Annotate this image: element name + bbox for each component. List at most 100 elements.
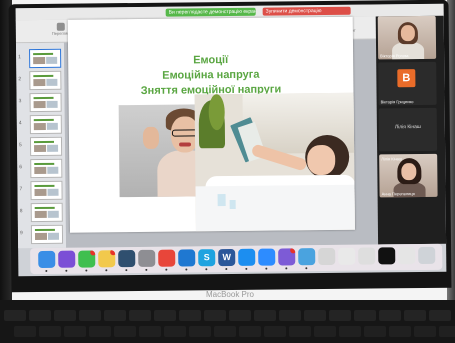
keyboard-key — [279, 310, 301, 321]
participant-tile-1[interactable]: Вікторія Рогова — [377, 15, 437, 60]
keyboard-key — [139, 326, 161, 337]
downloads-folder-icon[interactable] — [318, 247, 336, 266]
keyboard-key — [364, 326, 386, 337]
slide-subtitle-1: Емоційна напруга — [162, 68, 260, 82]
participant-avatar: B — [397, 69, 416, 88]
slide-thumbnail[interactable] — [30, 202, 63, 223]
running-indicator — [225, 268, 228, 271]
document-icon[interactable] — [338, 247, 356, 265]
keyboard-key — [39, 326, 61, 337]
zoom-icon[interactable] — [258, 248, 276, 266]
keyboard-key — [379, 310, 401, 321]
keyboard-key — [129, 310, 151, 321]
trash-icon[interactable] — [418, 246, 436, 265]
slide-thumbnail[interactable] — [29, 92, 62, 113]
stop-share-button[interactable]: Зупинити демонстрацію — [262, 6, 351, 16]
keyboard-key — [389, 326, 411, 337]
running-indicator — [85, 269, 88, 272]
photo-of-laptop-screen: Ви переглядаєте демонстрацію екрана Зупи… — [0, 0, 455, 343]
running-indicator — [45, 269, 48, 272]
keyboard-key — [304, 310, 326, 321]
viber-icon[interactable] — [278, 248, 296, 266]
keyboard-key — [214, 326, 236, 337]
keyboard-key — [104, 310, 126, 321]
notification-badge — [90, 250, 96, 256]
slide-number: 9 — [19, 230, 23, 237]
siri-icon[interactable] — [58, 250, 76, 268]
keynote-icon[interactable] — [178, 249, 196, 267]
keyboard-key — [54, 310, 76, 321]
slide-thumbnail[interactable] — [30, 180, 63, 201]
participant-tile-2[interactable]: B Вікторія Гриценко — [378, 61, 437, 106]
keyboard-key — [114, 326, 136, 337]
keyboard-key — [429, 310, 451, 321]
slide-thumbnail[interactable] — [29, 70, 62, 91]
slide-navigator: 1 2 3 4 5 6 7 8 9 — [15, 42, 68, 249]
slide-number: 6 — [19, 164, 23, 171]
participant-name: Вікторія Гриценко — [380, 99, 414, 105]
desktop-icon[interactable] — [298, 248, 316, 266]
participant-tile-4[interactable]: Лілія Кінаш Анна Перепелиця — [379, 153, 438, 198]
keyboard-key — [314, 326, 336, 337]
running-indicator — [145, 268, 148, 271]
keyboard-key — [64, 326, 86, 337]
keyboard-key — [339, 326, 361, 337]
keyboard-key — [79, 310, 101, 321]
keyboard-key — [89, 326, 111, 337]
document-icon-3[interactable] — [398, 247, 416, 265]
current-slide[interactable]: Емоції Емоційна напруга Зняття емоційної… — [67, 16, 355, 233]
notification-badge — [110, 250, 116, 256]
slide-number: 8 — [19, 208, 23, 215]
toolbar-glyph-icon — [56, 22, 65, 31]
device-label: MacBook Pro — [205, 290, 255, 299]
keyboard-key — [264, 326, 286, 337]
participant-center-name: Лілія Кінаш — [394, 124, 421, 131]
keyboard-key — [164, 326, 186, 337]
participant-tile-3[interactable]: Лілія Кінаш — [378, 107, 438, 152]
preview-icon[interactable] — [138, 249, 156, 267]
keyboard-key — [29, 310, 51, 321]
word-icon[interactable]: W — [218, 248, 236, 267]
slide-thumbnail[interactable] — [29, 48, 62, 69]
quicktime-icon[interactable] — [118, 250, 136, 268]
running-indicator — [185, 268, 188, 271]
running-indicator — [285, 267, 288, 270]
slide-thumbnail[interactable] — [30, 158, 63, 179]
slide-number: 4 — [18, 120, 22, 127]
running-indicator — [245, 267, 248, 270]
skype-icon[interactable]: S — [198, 249, 216, 267]
running-indicator — [305, 267, 308, 270]
participant-name: Анна Перепелиця — [381, 191, 415, 197]
keyboard-key — [404, 310, 426, 321]
participant-name: Вікторія Рогова — [380, 53, 409, 59]
keyboard-key — [414, 326, 436, 337]
keyboard-key — [189, 326, 211, 337]
slide-number: 1 — [18, 54, 21, 61]
slide-title: Емоції — [193, 54, 229, 67]
keyboard-key — [154, 310, 176, 321]
notes-icon[interactable] — [98, 250, 116, 268]
slide-number: 5 — [19, 142, 22, 149]
facetime-icon[interactable] — [78, 250, 96, 268]
keyboard-key — [439, 326, 455, 337]
keyboard-key — [239, 326, 261, 337]
slide-thumbnail[interactable] — [29, 114, 62, 135]
relaxing-bath-photo — [194, 92, 355, 232]
notification-badge — [290, 248, 296, 254]
document-icon-2[interactable] — [358, 247, 376, 265]
participant-face — [400, 25, 415, 42]
keyboard-key — [254, 310, 276, 321]
slide-thumbnail[interactable] — [30, 224, 64, 245]
slide-number: 3 — [18, 98, 22, 105]
keyboard-key — [229, 310, 251, 321]
safari-icon[interactable] — [238, 248, 256, 266]
running-indicator — [65, 269, 68, 272]
screenshot-icon[interactable] — [378, 247, 396, 265]
slide-thumbnail[interactable] — [29, 136, 63, 157]
screen-share-status[interactable]: Ви переглядаєте демонстрацію екрана — [165, 7, 256, 17]
slide-number: 2 — [18, 76, 22, 83]
chrome-icon[interactable] — [158, 249, 176, 267]
finder-icon[interactable] — [38, 250, 56, 269]
slide-number: 7 — [19, 186, 23, 193]
keyboard-key — [14, 326, 36, 337]
